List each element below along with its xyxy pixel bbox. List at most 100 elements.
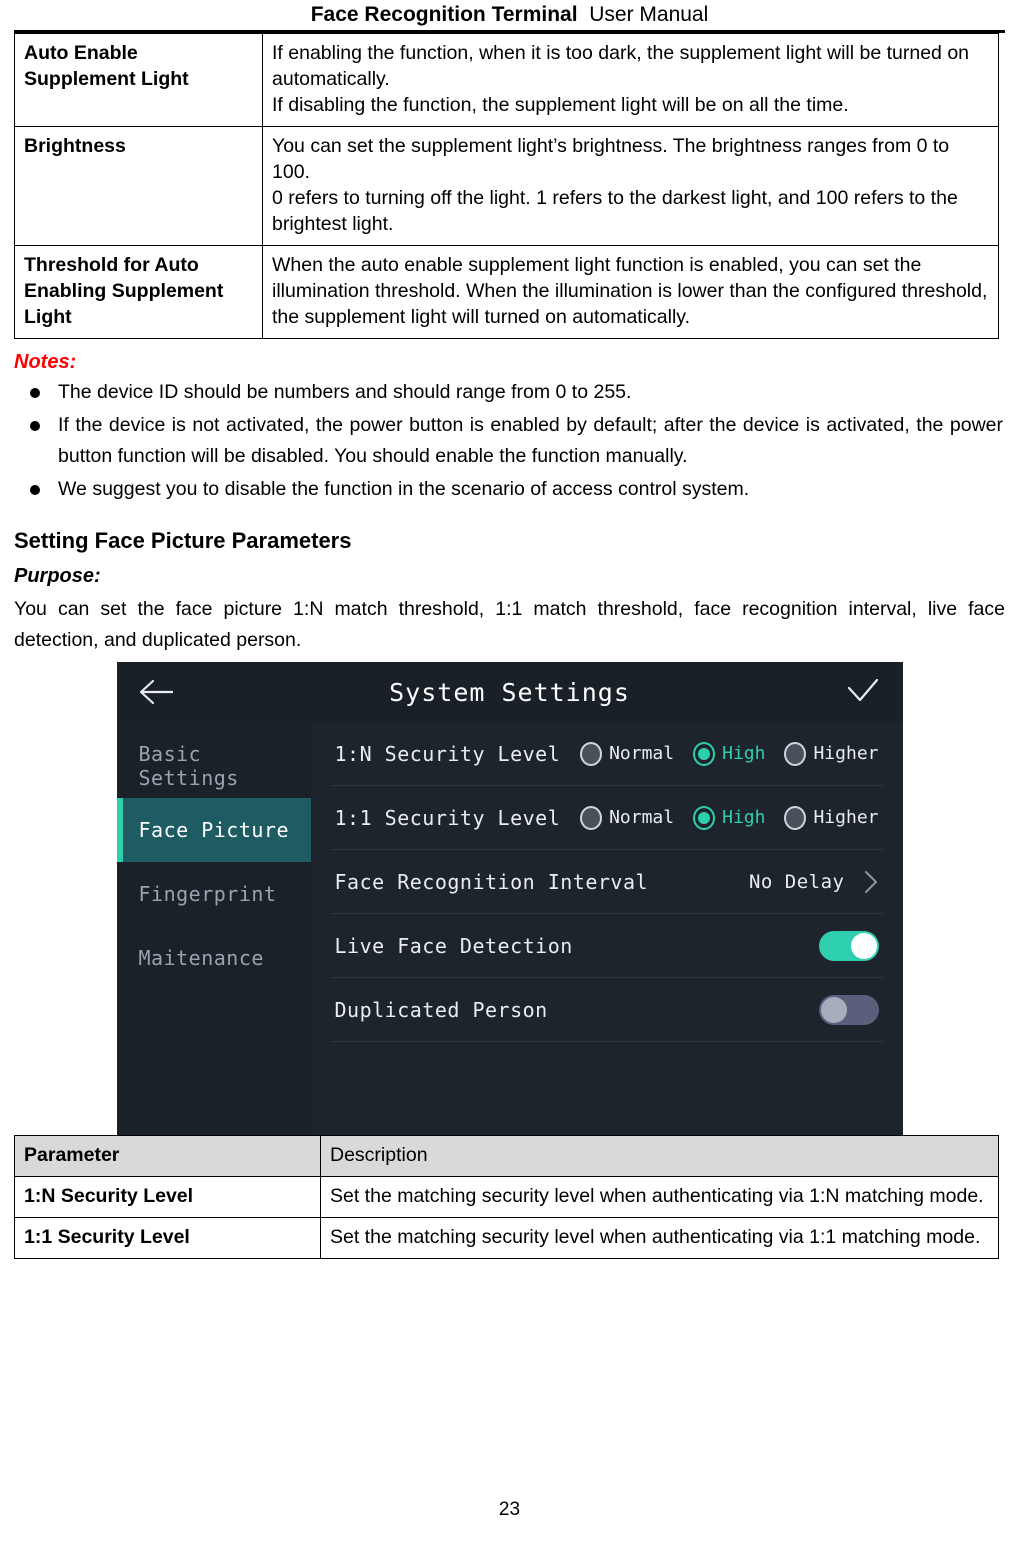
sidebar-item-label: Maitenance <box>138 946 264 970</box>
table-row: Threshold for Auto Enabling Supplement L… <box>14 245 999 339</box>
setting-row-live-face-detection: Live Face Detection <box>330 914 883 978</box>
setting-row-11-security-level: 1:1 Security Level Normal High Higher <box>330 786 883 850</box>
supplement-light-table: Auto Enable Supplement Light If enabling… <box>14 33 999 339</box>
table-cell-description: Set the matching security level when aut… <box>320 1217 999 1259</box>
device-screenshot-figure: System Settings Basic Settings Face Pict… <box>14 662 1005 1135</box>
header-doc-type: User Manual <box>589 3 709 26</box>
table-row: 1:1 Security Level Set the matching secu… <box>14 1217 999 1259</box>
purpose-text: You can set the face picture 1:N match t… <box>14 598 1005 651</box>
table-header-row: Parameter Description <box>14 1135 999 1177</box>
device-body: Basic Settings Face Picture Fingerprint … <box>116 722 903 1135</box>
device-screen: System Settings Basic Settings Face Pict… <box>116 662 903 1135</box>
table-row: Auto Enable Supplement Light If enabling… <box>14 33 999 127</box>
radio-icon-selected <box>693 741 716 766</box>
page-title: Setting Face Picture Parameters <box>14 528 352 553</box>
device-title: System Settings <box>389 677 630 707</box>
description-line: When the auto enable supplement light fu… <box>272 254 988 328</box>
toggle-duplicated-person[interactable] <box>818 994 879 1025</box>
radio-option-label: Higher <box>813 743 879 764</box>
bullet-icon <box>30 421 40 431</box>
check-icon[interactable] <box>841 675 883 709</box>
sidebar-item-label: Face Picture <box>138 818 289 842</box>
notes-list: The device ID should be numbers and shou… <box>14 377 1005 505</box>
list-item: The device ID should be numbers and shou… <box>14 377 1005 408</box>
header-product-name: Face Recognition Terminal <box>310 3 578 26</box>
table-row: 1:N Security Level Set the matching secu… <box>14 1176 999 1218</box>
column-header-parameter: Parameter <box>14 1135 321 1177</box>
radio-option-label: Normal <box>609 743 675 764</box>
sidebar-item-maitenance[interactable]: Maitenance <box>117 926 311 990</box>
parameter-line: Supplement Light <box>24 68 189 90</box>
table-cell-description: Set the matching security level when aut… <box>320 1176 999 1218</box>
sidebar-item-face-picture[interactable]: Face Picture <box>116 798 311 862</box>
parameter-line: Light <box>24 306 72 328</box>
bullet-icon <box>30 485 40 495</box>
table-cell-parameter: Brightness <box>14 126 263 246</box>
device-topbar: System Settings <box>116 662 903 722</box>
setting-row-face-recognition-interval[interactable]: Face Recognition Interval No Delay <box>330 850 883 914</box>
radio-option-higher[interactable]: Higher <box>784 805 879 830</box>
sidebar-item-basic-settings[interactable]: Basic Settings <box>117 734 311 798</box>
description-line: If disabling the function, the supplemen… <box>272 94 849 116</box>
radio-option-high[interactable]: High <box>693 805 766 830</box>
radio-group-1n: Normal High Higher <box>571 741 879 766</box>
setting-label: 1:1 Security Level <box>334 805 561 830</box>
radio-icon <box>580 741 603 766</box>
column-header-description: Description <box>320 1135 999 1177</box>
note-text: We suggest you to disable the function i… <box>58 478 750 500</box>
description-line: If enabling the function, when it is too… <box>272 42 970 90</box>
device-settings-list: 1:N Security Level Normal High Higher 1:… <box>310 722 903 1135</box>
radio-option-label: Higher <box>813 807 879 828</box>
table-cell-description: When the auto enable supplement light fu… <box>262 245 999 339</box>
radio-icon <box>784 741 807 766</box>
setting-row-1n-security-level: 1:N Security Level Normal High Higher <box>330 722 883 786</box>
description-line: 0 refers to turning off the light. 1 ref… <box>272 187 958 235</box>
radio-option-higher[interactable]: Higher <box>784 741 879 766</box>
table-cell-parameter: Threshold for Auto Enabling Supplement L… <box>14 245 263 339</box>
page-number: 23 <box>498 1499 521 1520</box>
note-text: If the device is not activated, the powe… <box>58 414 1003 467</box>
table-row: Brightness You can set the supplement li… <box>14 126 999 246</box>
chevron-right-icon <box>864 870 877 893</box>
running-header: Face Recognition Terminal User Manual <box>14 0 1005 28</box>
setting-control <box>818 994 879 1025</box>
radio-option-label: High <box>722 743 766 764</box>
list-item: We suggest you to disable the function i… <box>14 474 1005 505</box>
setting-control <box>818 930 879 961</box>
table-cell-parameter: 1:1 Security Level <box>14 1217 321 1259</box>
toggle-knob <box>850 932 877 959</box>
notes-title: Notes: <box>14 351 77 373</box>
description-line: You can set the supplement light’s brigh… <box>272 135 950 183</box>
document-page: Face Recognition Terminal User Manual Au… <box>0 0 1019 1541</box>
radio-option-label: High <box>722 807 766 828</box>
bullet-icon <box>30 388 40 398</box>
setting-row-duplicated-person: Duplicated Person <box>330 978 883 1042</box>
sidebar-item-fingerprint[interactable]: Fingerprint <box>117 862 311 926</box>
face-picture-parameter-table: Parameter Description 1:N Security Level… <box>14 1135 999 1259</box>
setting-value: No Delay <box>748 870 845 893</box>
toggle-live-face-detection[interactable] <box>818 930 879 961</box>
table-cell-parameter: 1:N Security Level <box>14 1176 321 1218</box>
purpose-label: Purpose: <box>14 565 101 587</box>
device-sidebar: Basic Settings Face Picture Fingerprint … <box>116 722 311 1135</box>
setting-label: Live Face Detection <box>334 933 573 958</box>
setting-label: Duplicated Person <box>334 997 548 1022</box>
sidebar-item-label: Basic Settings <box>138 742 239 790</box>
arrow-left-icon[interactable] <box>137 675 179 709</box>
radio-option-label: Normal <box>609 807 675 828</box>
table-cell-description: You can set the supplement light’s brigh… <box>262 126 999 246</box>
parameter-line: Threshold for Auto <box>24 254 199 276</box>
radio-group-11: Normal High Higher <box>571 805 879 830</box>
note-text: The device ID should be numbers and shou… <box>58 381 632 403</box>
radio-option-normal[interactable]: Normal <box>580 805 675 830</box>
parameter-line: Enabling Supplement <box>24 280 224 302</box>
radio-option-normal[interactable]: Normal <box>580 741 675 766</box>
radio-icon-selected <box>693 805 716 830</box>
parameter-line: Auto Enable <box>24 42 138 64</box>
setting-label: Face Recognition Interval <box>334 869 649 894</box>
toggle-knob <box>820 996 847 1023</box>
sidebar-item-label: Fingerprint <box>138 882 277 906</box>
radio-option-high[interactable]: High <box>693 741 766 766</box>
table-cell-description: If enabling the function, when it is too… <box>262 33 999 127</box>
setting-label: 1:N Security Level <box>334 741 561 766</box>
